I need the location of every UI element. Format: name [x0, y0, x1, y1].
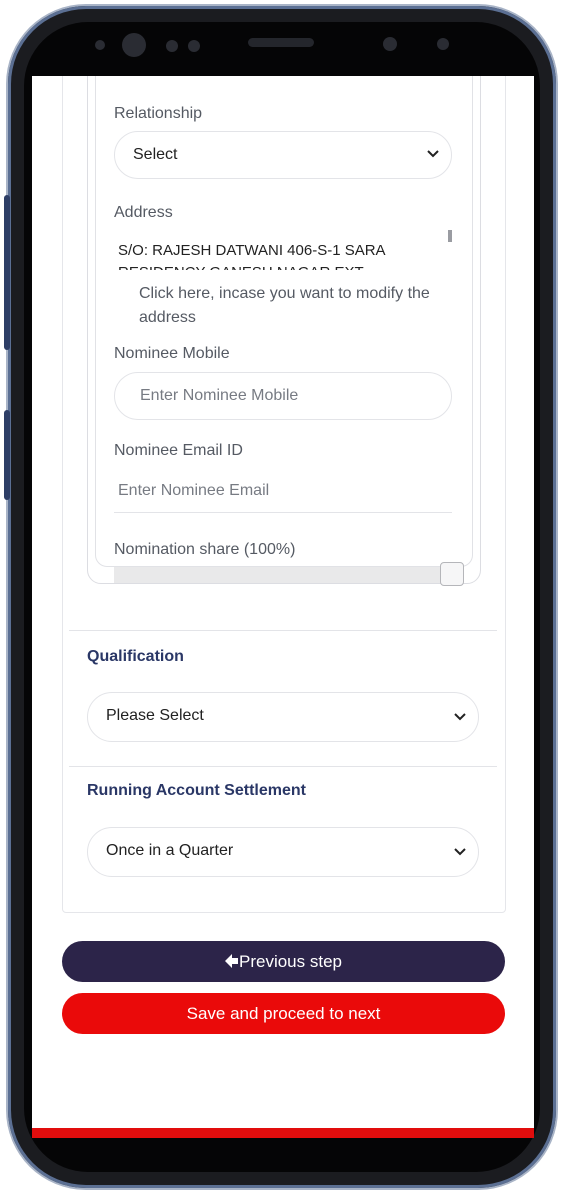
arrow-left-icon	[225, 954, 238, 968]
save-and-proceed-label: Save and proceed to next	[186, 1004, 381, 1023]
app-screen: Relationship Select Address S/O: RAJESH …	[32, 76, 534, 1138]
previous-step-button[interactable]: Previous step	[62, 941, 505, 982]
chevron-down-icon	[454, 713, 466, 721]
nominee-mobile-input[interactable]: Enter Nominee Mobile	[114, 372, 452, 420]
power-button	[4, 410, 10, 500]
previous-step-label: Previous step	[239, 952, 342, 971]
nominee-email-placeholder: Enter Nominee Email	[118, 482, 270, 499]
address-scrollbar[interactable]	[448, 230, 452, 242]
modify-address-link[interactable]: Click here, incase you want to modify th…	[139, 282, 459, 330]
sensor-icon	[188, 40, 200, 52]
settlement-select[interactable]: Once in a Quarter	[87, 827, 479, 877]
address-label: Address	[114, 204, 173, 221]
relationship-select-value: Select	[133, 146, 178, 163]
section-divider	[69, 630, 497, 631]
nominee-mobile-placeholder: Enter Nominee Mobile	[140, 387, 299, 404]
section-divider	[69, 766, 497, 767]
nominee-mobile-label: Nominee Mobile	[114, 345, 230, 362]
qualification-select[interactable]: Please Select	[87, 692, 479, 742]
relationship-select[interactable]: Select	[114, 131, 452, 179]
save-and-proceed-button[interactable]: Save and proceed to next	[62, 993, 505, 1034]
address-textarea[interactable]: S/O: RAJESH DATWANI 406-S-1 SARA RESIDEN…	[118, 240, 438, 270]
nominee-email-input[interactable]: Enter Nominee Email	[114, 472, 452, 513]
bottom-accent-bar	[32, 1128, 534, 1138]
nomination-share-label: Nomination share (100%)	[114, 541, 296, 558]
settlement-select-value: Once in a Quarter	[106, 842, 234, 859]
front-camera-icon	[122, 33, 146, 57]
nomination-share-slider[interactable]	[114, 567, 460, 583]
qualification-title: Qualification	[87, 648, 184, 665]
volume-button	[4, 195, 10, 350]
sensor-icon	[95, 40, 105, 50]
qualification-select-value: Please Select	[106, 707, 204, 724]
nomination-share-slider-thumb[interactable]	[440, 562, 464, 586]
chevron-down-icon	[427, 150, 439, 158]
relationship-label: Relationship	[114, 105, 203, 122]
proximity-sensor-icon	[383, 37, 397, 51]
earpiece-speaker	[248, 38, 314, 47]
sensor-icon	[166, 40, 178, 52]
nominee-email-label: Nominee Email ID	[114, 442, 243, 459]
settlement-title: Running Account Settlement	[87, 782, 306, 799]
chevron-down-icon	[454, 848, 466, 856]
sensor-icon	[437, 38, 449, 50]
